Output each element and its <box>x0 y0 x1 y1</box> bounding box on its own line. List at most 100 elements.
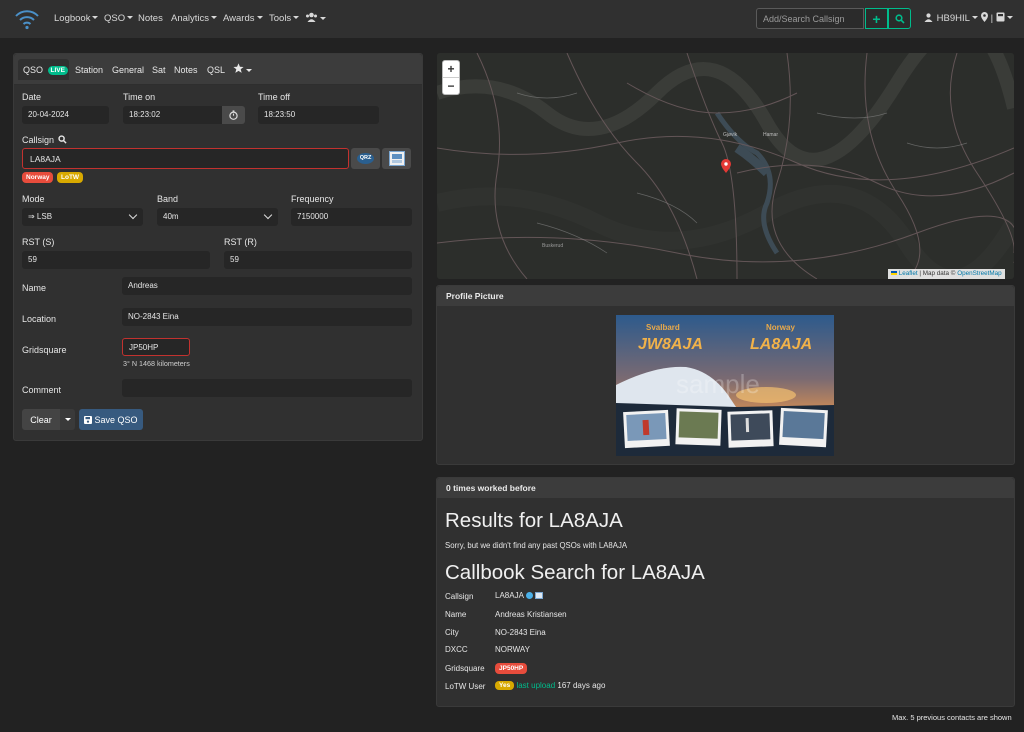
live-badge: LIVE <box>47 66 68 75</box>
osm-link[interactable]: OpenStreetMap <box>957 270 1001 277</box>
user-icon <box>924 13 933 22</box>
nav-notes[interactable]: Notes <box>138 13 163 24</box>
place-label-hamar: Hamar <box>763 132 778 138</box>
nav-qso[interactable]: QSO <box>104 13 134 24</box>
star-icon <box>233 63 244 73</box>
save-qso-button[interactable]: Save QSO <box>79 409 143 430</box>
nav-analytics[interactable]: Analytics <box>171 13 218 24</box>
location-menu[interactable]: | <box>981 12 1013 24</box>
radio-icon <box>996 12 1005 22</box>
callbook-dxcc-value: NORWAY <box>495 645 530 654</box>
qrz-logo-icon: QRZ <box>357 153 374 164</box>
tab-qsl[interactable]: QSL <box>207 65 225 75</box>
band-select[interactable]: 40m <box>157 208 278 226</box>
qsl-label-svalbard: Svalbard <box>646 323 680 332</box>
name-input[interactable]: Andreas <box>122 277 412 295</box>
map-attribution: Leaflet | Map data © OpenStreetMap <box>888 269 1005 279</box>
callsign-search-input[interactable] <box>756 8 864 29</box>
qsl-call-right: LA8AJA <box>750 336 812 353</box>
tab-station[interactable]: Station <box>75 65 103 75</box>
search-icon[interactable] <box>57 135 67 144</box>
date-label: Date <box>22 92 42 102</box>
tab-qso[interactable]: QSO LIVE <box>23 65 68 75</box>
navbar: Logbook QSO Notes Analytics Awards Tools… <box>0 0 1024 38</box>
caret-down-icon <box>64 418 71 421</box>
tab-notes[interactable]: Notes <box>174 65 198 75</box>
callbook-name-value: Andreas Kristiansen <box>495 610 567 619</box>
nav-logbook[interactable]: Logbook <box>54 13 99 24</box>
worked-before-title: 0 times worked before <box>446 483 536 493</box>
gridsquare-input[interactable]: JP50HP <box>122 338 190 356</box>
stopwatch-button[interactable] <box>222 106 245 124</box>
map-panel[interactable]: Gjøvik Hamar Buskerud <box>437 53 1014 279</box>
results-text: Sorry, but we didn't find any past QSOs … <box>445 541 628 550</box>
clear-dropdown-toggle[interactable] <box>60 409 75 430</box>
clear-button[interactable]: Clear <box>22 409 60 430</box>
nav-tools[interactable]: Tools <box>269 13 300 24</box>
rst-sent-label: RST (S) <box>22 237 55 247</box>
tab-sat[interactable]: Sat <box>152 65 166 75</box>
nav-users[interactable] <box>305 12 326 25</box>
ukraine-flag-icon <box>891 271 897 275</box>
qrz-globe-icon[interactable] <box>525 592 533 599</box>
location-input[interactable]: NO-2843 Eina <box>122 308 412 326</box>
nav-awards-label: Awards <box>223 13 255 24</box>
save-qso-label: Save QSO <box>94 414 138 425</box>
wifi-logo-icon[interactable] <box>14 8 40 30</box>
nav-logbook-label: Logbook <box>54 13 91 24</box>
location-label: Location <box>22 314 57 324</box>
callbook-row-label: LoTW User <box>445 682 486 691</box>
callbook-row-label: City <box>445 628 459 637</box>
time-off-input[interactable]: 18:23:50 <box>258 106 379 124</box>
stopwatch-icon <box>229 110 238 120</box>
add-callsign-button[interactable]: + <box>865 8 888 29</box>
comment-input[interactable] <box>122 379 412 397</box>
user-menu[interactable]: HB9HIL <box>924 13 978 24</box>
tab-general[interactable]: General <box>112 65 144 75</box>
last-upload-link[interactable]: last upload <box>516 681 555 690</box>
frequency-input[interactable]: 7150000 <box>291 208 412 226</box>
frequency-label: Frequency <box>291 194 334 204</box>
name-label: Name <box>22 283 47 293</box>
time-on-label: Time on <box>123 92 156 102</box>
callbook-lotw-value: Yes last upload 167 days ago <box>495 681 605 690</box>
comment-label: Comment <box>22 385 62 395</box>
country-badge: Norway <box>22 172 54 183</box>
chevron-down-icon <box>263 210 273 220</box>
callsign-label: Callsign <box>22 135 67 145</box>
callsign-input[interactable]: LA8AJA <box>22 148 349 169</box>
zoom-in-button[interactable]: + <box>443 61 459 78</box>
qsl-label-norway: Norway <box>766 323 795 332</box>
hamqth-lookup-button[interactable] <box>382 148 411 169</box>
date-input[interactable]: 20-04-2024 <box>22 106 109 124</box>
plus-icon: + <box>872 10 881 27</box>
map-tiles: Gjøvik Hamar Buskerud <box>437 53 1014 279</box>
callbook-row-label: Callsign <box>445 592 474 601</box>
qsl-call-left: JW8AJA <box>638 336 703 353</box>
zoom-out-button[interactable]: − <box>443 78 459 94</box>
nav-analytics-label: Analytics <box>171 13 210 24</box>
rst-sent-input[interactable]: 59 <box>22 251 210 269</box>
rst-received-label: RST (R) <box>224 237 257 247</box>
qso-tabs: QSO LIVE Station General Sat Notes QSL <box>14 54 422 85</box>
tab-favorites[interactable] <box>233 63 252 76</box>
hamqth-icon[interactable] <box>534 592 543 599</box>
nav-awards[interactable]: Awards <box>223 13 263 24</box>
qrz-lookup-button[interactable]: QRZ <box>351 148 380 169</box>
lotw-badge: LoTW <box>57 172 84 183</box>
max-contacts-note: Max. 5 previous contacts are shown <box>892 713 1012 722</box>
callbook-city-value: NO-2843 Eina <box>495 628 546 637</box>
band-value: 40m <box>163 212 179 221</box>
bearing-distance: 3° N 1468 kilometers <box>123 359 190 368</box>
callbook-callsign-text: LA8AJA <box>495 591 524 600</box>
search-callsign-button[interactable] <box>888 8 911 29</box>
lotw-yes-badge: Yes <box>495 681 515 690</box>
leaflet-link[interactable]: Leaflet <box>899 270 918 277</box>
place-label-gjovik: Gjøvik <box>723 132 738 138</box>
callbook-heading: Callbook Search for LA8AJA <box>445 561 705 584</box>
callbook-row-label: Gridsquare <box>445 664 485 673</box>
time-on-input[interactable]: 18:23:02 <box>123 106 222 124</box>
rst-received-input[interactable]: 59 <box>224 251 412 269</box>
callsign-label-text: Callsign <box>22 135 55 145</box>
mode-select[interactable]: ⇒ LSB <box>22 208 143 226</box>
